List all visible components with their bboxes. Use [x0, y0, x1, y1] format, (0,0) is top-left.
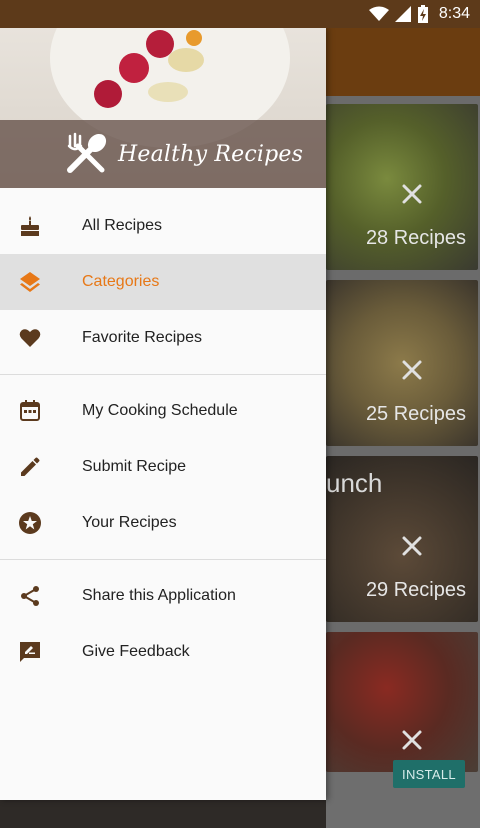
menu-label: Give Feedback: [82, 643, 190, 660]
menu-divider: [0, 374, 326, 375]
menu-item-give-feedback[interactable]: Give Feedback: [0, 624, 326, 680]
install-button[interactable]: INSTALL: [393, 760, 465, 788]
menu-item-all-recipes[interactable]: All Recipes: [0, 198, 326, 254]
menu-label: Your Recipes: [82, 514, 177, 531]
clock: 8:34: [438, 5, 470, 22]
menu-label: Favorite Recipes: [82, 329, 203, 346]
battery-charging-icon: [417, 5, 429, 23]
cake-icon: [18, 214, 42, 238]
berries-decoration: [94, 30, 204, 108]
category-card[interactable]: 28 Recipes: [326, 104, 478, 270]
drawer-menu-primary: All Recipes Categories Favorite Recipes: [0, 188, 326, 366]
fork-spoon-logo-icon: [64, 132, 108, 181]
menu-item-share-app[interactable]: Share this Application: [0, 568, 326, 624]
fork-spoon-icon: [400, 728, 424, 757]
menu-item-your-recipes[interactable]: Your Recipes: [0, 495, 326, 551]
cell-signal-icon: [394, 6, 411, 22]
feedback-icon: [18, 640, 42, 664]
category-card[interactable]: [326, 632, 478, 772]
calendar-icon: [18, 399, 42, 423]
recipe-count: 25 Recipes: [365, 403, 466, 425]
wifi-icon: [368, 6, 389, 22]
menu-label: Categories: [82, 273, 160, 290]
pencil-icon: [18, 455, 42, 479]
category-card[interactable]: 25 Recipes: [326, 280, 478, 446]
app-brand-title: Healthy Recipes: [118, 142, 304, 167]
menu-item-cooking-schedule[interactable]: My Cooking Schedule: [0, 383, 326, 439]
menu-item-categories[interactable]: Categories: [0, 254, 326, 310]
drawer-menu-tertiary: Share this Application Give Feedback: [0, 568, 326, 680]
heart-icon: [18, 326, 42, 350]
menu-label: Share this Application: [82, 587, 236, 604]
menu-divider: [0, 559, 326, 560]
menu-item-submit-recipe[interactable]: Submit Recipe: [0, 439, 326, 495]
fork-spoon-icon: [400, 534, 424, 563]
share-icon: [18, 584, 42, 608]
fork-spoon-icon: [400, 358, 424, 387]
recipe-count: 29 Recipes: [365, 579, 466, 601]
menu-label: My Cooking Schedule: [82, 402, 238, 419]
navigation-drawer: Healthy Recipes All Recipes Categories F…: [0, 28, 326, 800]
menu-item-favorite-recipes[interactable]: Favorite Recipes: [0, 310, 326, 366]
status-bar: 8:34: [0, 0, 480, 28]
recipe-count: 28 Recipes: [365, 227, 466, 249]
category-title: unch: [326, 468, 383, 498]
drawer-header: Healthy Recipes: [0, 28, 326, 188]
star-badge-icon: [18, 511, 42, 535]
fork-spoon-icon: [400, 182, 424, 211]
menu-label: Submit Recipe: [82, 458, 187, 475]
drawer-menu-secondary: My Cooking Schedule Submit Recipe Your R…: [0, 383, 326, 551]
layers-icon: [18, 270, 42, 294]
menu-label: All Recipes: [82, 217, 163, 234]
